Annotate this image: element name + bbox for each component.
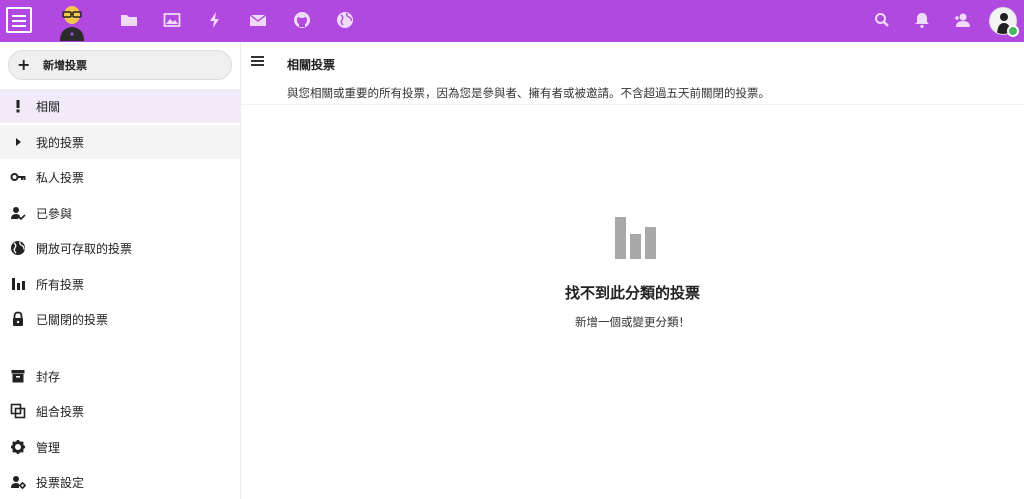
sidebar-item-participated[interactable]: 已參與 [0, 196, 240, 230]
caret-right-icon [10, 134, 26, 150]
folder-icon[interactable] [120, 11, 138, 29]
avatar-logo[interactable] [56, 3, 88, 41]
globe-icon [10, 240, 26, 256]
github-icon[interactable] [293, 11, 311, 29]
empty-state-subtitle: 新增一個或變更分類！ [575, 315, 690, 329]
lock-icon [10, 311, 26, 327]
sidebar-item-relevant[interactable]: 相關 [0, 89, 240, 123]
bell-icon[interactable] [913, 11, 931, 29]
sidebar-item-closed-polls[interactable]: 已關閉的投票 [0, 302, 240, 336]
sidebar-item-combined-polls[interactable]: 組合投票 [0, 394, 240, 428]
sidebar-item-my-polls[interactable]: 我的投票 [0, 125, 240, 159]
key-icon [10, 169, 26, 185]
sidebar-item-archive[interactable]: 封存 [0, 359, 240, 393]
header-divider [241, 104, 1024, 105]
app-menu-icon[interactable] [6, 7, 32, 33]
plus-icon: + [17, 55, 31, 74]
user-settings-icon [10, 474, 26, 490]
main-content: 相關投票 與您相關或重要的所有投票，因為您是參與者、擁有者或被邀請。不含超過五天… [241, 42, 1024, 499]
user-avatar[interactable] [989, 7, 1019, 37]
navigation-sidebar: + 新增投票 相關 我的投票 私人投票 已參與 開放可存取的投票 所有投票 已關… [0, 42, 241, 499]
online-status-dot [1007, 25, 1019, 37]
gear-icon [10, 439, 26, 455]
mail-icon[interactable] [249, 11, 267, 29]
sidebar-toggle-icon[interactable] [251, 56, 265, 68]
empty-bar-chart-icon [615, 217, 657, 259]
globe-icon[interactable] [336, 11, 354, 29]
page-title: 相關投票 [287, 58, 336, 72]
search-icon[interactable] [873, 11, 891, 29]
sidebar-item-poll-settings[interactable]: 投票設定 [0, 465, 240, 499]
user-check-icon [10, 205, 26, 221]
contacts-icon[interactable] [953, 11, 971, 29]
page-description: 與您相關或重要的所有投票，因為您是參與者、擁有者或被邀請。不含超過五天前關閉的投… [287, 86, 770, 100]
sidebar-item-all-polls[interactable]: 所有投票 [0, 267, 240, 301]
image-icon[interactable] [163, 11, 181, 29]
new-poll-button[interactable]: + 新增投票 [8, 50, 232, 80]
lightning-icon[interactable] [206, 11, 224, 29]
bar-chart-icon [10, 276, 26, 292]
archive-icon [10, 368, 26, 384]
exclamation-icon [10, 98, 26, 114]
sidebar-item-private-polls[interactable]: 私人投票 [0, 160, 240, 194]
sidebar-item-open-polls[interactable]: 開放可存取的投票 [0, 231, 240, 265]
empty-state-title: 找不到此分類的投票 [564, 284, 700, 302]
sidebar-item-administration[interactable]: 管理 [0, 430, 240, 464]
combine-icon [10, 403, 26, 419]
top-header [0, 0, 1024, 42]
